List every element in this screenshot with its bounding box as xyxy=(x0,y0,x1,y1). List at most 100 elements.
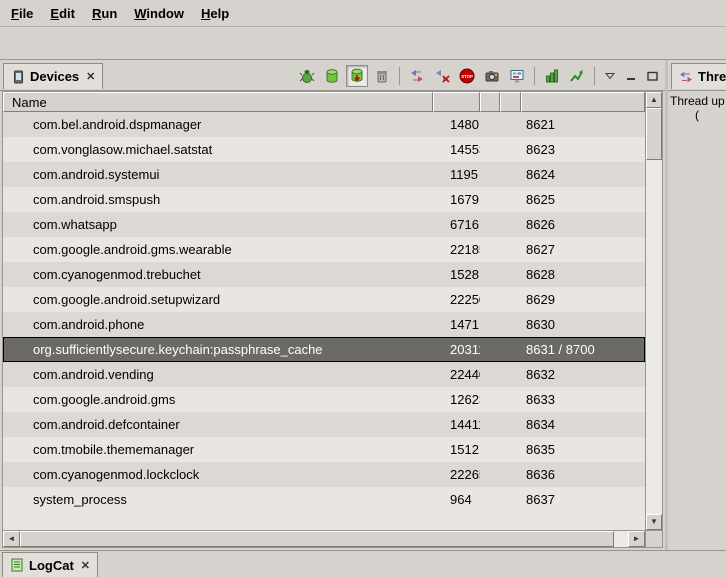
cell-port: 8628 xyxy=(521,267,645,282)
table-row[interactable]: com.vonglasow.michael.satstat145538623 xyxy=(3,137,645,162)
scroll-up-icon[interactable]: ▲ xyxy=(646,92,662,108)
vertical-scrollbar[interactable]: ▲ ▼ xyxy=(645,92,662,530)
cell-port: 8629 xyxy=(521,292,645,307)
tab-threads[interactable]: Threads xyxy=(671,63,726,89)
tracing-icon[interactable] xyxy=(566,65,588,87)
column-header-empty[interactable] xyxy=(480,92,500,112)
table-row[interactable]: com.whatsapp67168626 xyxy=(3,212,645,237)
table-row[interactable]: com.tmobile.thememanager15128635 xyxy=(3,437,645,462)
cell-pid: 22250 xyxy=(433,292,480,307)
scroll-right-icon[interactable]: ► xyxy=(628,531,645,547)
cell-pid: 1480 xyxy=(433,117,480,132)
cell-process-name: com.google.android.gms.wearable xyxy=(3,242,433,257)
table-row[interactable]: com.cyanogenmod.trebuchet1528 8628 xyxy=(3,262,645,287)
table-row[interactable]: com.android.systemui11958624 xyxy=(3,162,645,187)
close-icon[interactable]: ✕ xyxy=(79,559,90,572)
cell-pid: 22185 xyxy=(433,242,480,257)
table-row[interactable]: com.cyanogenmod.lockclock222658636 xyxy=(3,462,645,487)
column-header-port[interactable] xyxy=(521,92,645,112)
cell-port: 8637 xyxy=(521,492,645,507)
table-row[interactable]: system_process9648637 xyxy=(3,487,645,512)
threads-view: Threads Thread up ( xyxy=(668,60,726,550)
scroll-down-icon[interactable]: ▼ xyxy=(646,514,662,530)
update-threads-icon[interactable] xyxy=(406,65,428,87)
debug-process-icon[interactable] xyxy=(296,65,318,87)
devices-tabbar: Devices ✕ xyxy=(0,60,665,91)
table-row[interactable]: com.android.smspush16798625 xyxy=(3,187,645,212)
column-header-name[interactable]: Name xyxy=(3,92,433,112)
cell-port: 8633 xyxy=(521,392,645,407)
cell-process-name: org.sufficientlysecure.keychain:passphra… xyxy=(3,342,433,357)
minimize-icon[interactable] xyxy=(622,67,640,85)
scroll-left-icon[interactable]: ◄ xyxy=(3,531,20,547)
table-row[interactable]: com.android.defcontainer144118634 xyxy=(3,412,645,437)
cell-port: 8635 xyxy=(521,442,645,457)
cell-pid: 1512 xyxy=(433,442,480,457)
logcat-tabbar: LogCat ✕ xyxy=(0,550,726,577)
column-header-empty[interactable] xyxy=(500,92,521,112)
cell-port: 8634 xyxy=(521,417,645,432)
tab-devices-label: Devices xyxy=(30,69,79,84)
device-tab-icon xyxy=(11,70,25,84)
vertical-scroll-track[interactable] xyxy=(646,160,662,514)
cell-process-name: com.whatsapp xyxy=(3,217,433,232)
horizontal-scrollbar[interactable]: ◄ ► xyxy=(3,530,645,547)
cell-port: 8627 xyxy=(521,242,645,257)
table-row[interactable]: com.android.vending22440 8632 xyxy=(3,362,645,387)
cell-process-name: com.android.systemui xyxy=(3,167,433,182)
cell-port: 8623 xyxy=(521,142,645,157)
column-header-pid[interactable] xyxy=(433,92,480,112)
cell-process-name: com.android.vending xyxy=(3,367,433,382)
view-hierarchy-icon[interactable] xyxy=(506,65,528,87)
vertical-scroll-thumb[interactable] xyxy=(646,108,662,160)
table-row[interactable]: com.google.android.setupwizard22250 8629 xyxy=(3,287,645,312)
table-row[interactable]: org.sufficientlysecure.keychain:passphra… xyxy=(3,337,645,362)
menu-file[interactable]: File xyxy=(4,3,43,24)
cell-pid: 1195 xyxy=(433,167,480,182)
cell-pid: 1471 xyxy=(433,317,480,332)
threads-message-line2: ( xyxy=(670,108,724,122)
cell-port: 8632 xyxy=(521,367,645,382)
threads-tab-icon xyxy=(679,70,693,84)
cell-process-name: com.cyanogenmod.lockclock xyxy=(3,467,433,482)
menu-edit[interactable]: Edit xyxy=(43,3,85,24)
tab-logcat[interactable]: LogCat ✕ xyxy=(2,552,98,577)
tab-logcat-label: LogCat xyxy=(29,558,74,573)
cell-process-name: com.cyanogenmod.trebuchet xyxy=(3,267,433,282)
cell-pid: 1528 xyxy=(433,267,480,282)
threads-message-line1: Thread up xyxy=(670,94,724,108)
menu-run[interactable]: Run xyxy=(85,3,127,24)
cell-pid: 14411 xyxy=(433,417,480,432)
cell-pid: 20311 xyxy=(433,342,480,357)
method-profiling-icon[interactable] xyxy=(541,65,563,87)
cell-process-name: com.android.smspush xyxy=(3,192,433,207)
maximize-icon[interactable] xyxy=(643,67,661,85)
cell-process-name: com.google.android.gms xyxy=(3,392,433,407)
cell-pid: 12623 xyxy=(433,392,480,407)
close-icon[interactable]: ✕ xyxy=(84,70,95,83)
stop-process-icon[interactable]: STOP xyxy=(456,65,478,87)
update-heap-icon[interactable] xyxy=(321,65,343,87)
table-row[interactable]: com.android.phone14718630 xyxy=(3,312,645,337)
cell-pid: 22440 xyxy=(433,367,480,382)
dump-hprof-icon[interactable] xyxy=(346,65,368,87)
menu-help[interactable]: Help xyxy=(194,3,239,24)
scrollbar-corner xyxy=(645,530,662,547)
table-row[interactable]: com.google.android.gms.wearable22185 8627 xyxy=(3,237,645,262)
screen-capture-icon[interactable] xyxy=(481,65,503,87)
device-process-table: Name com.bel.android.dspmanager14808621 c… xyxy=(2,91,663,548)
threads-tabbar: Threads xyxy=(668,60,726,91)
view-menu-icon[interactable] xyxy=(601,67,619,85)
horizontal-scroll-thumb[interactable] xyxy=(20,531,614,547)
table-header: Name xyxy=(3,92,645,112)
tab-devices[interactable]: Devices ✕ xyxy=(3,63,103,89)
table-row[interactable]: com.google.android.gms12623 8633 xyxy=(3,387,645,412)
cell-pid: 6716 xyxy=(433,217,480,232)
menu-window[interactable]: Window xyxy=(127,3,194,24)
cause-gc-icon[interactable] xyxy=(371,65,393,87)
toolbar-separator xyxy=(534,67,535,85)
cell-process-name: com.google.android.setupwizard xyxy=(3,292,433,307)
cell-pid: 14553 xyxy=(433,142,480,157)
stop-threads-icon[interactable] xyxy=(431,65,453,87)
table-row[interactable]: com.bel.android.dspmanager14808621 xyxy=(3,112,645,137)
